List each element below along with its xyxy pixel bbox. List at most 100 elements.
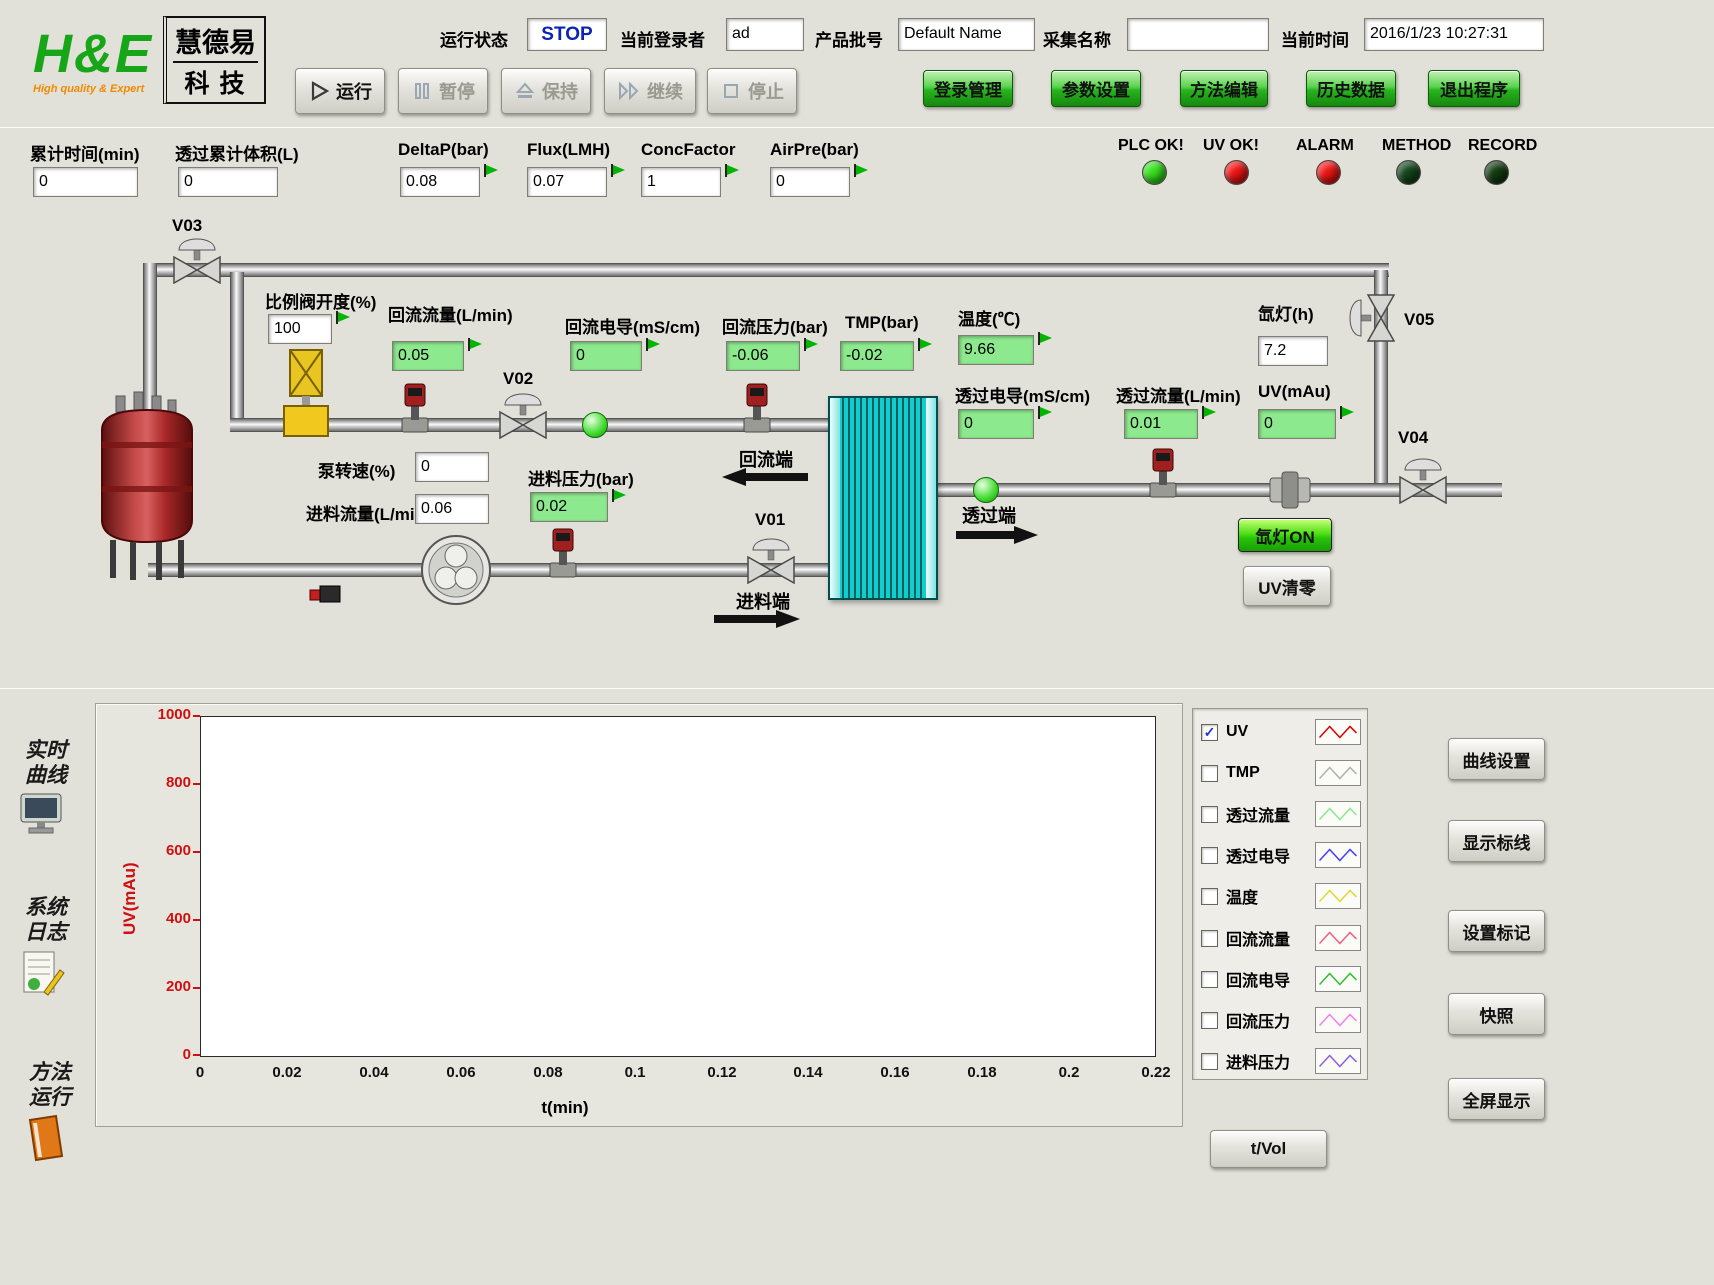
feed-pressure-flag-icon: [612, 489, 627, 502]
airpre-value: 0: [770, 167, 850, 197]
run-button[interactable]: 运行: [295, 68, 385, 114]
x-tick: 0.22: [1124, 1064, 1188, 1081]
login-manage-button[interactable]: 登录管理: [923, 70, 1013, 107]
set-marks-button[interactable]: 设置标记: [1448, 910, 1545, 952]
legend-checkbox-tmp[interactable]: [1201, 765, 1218, 782]
hold-icon: [514, 80, 536, 102]
legend-row-reflux-pressure: 回流压力: [1201, 1005, 1361, 1035]
book-icon[interactable]: [24, 1114, 68, 1162]
param-settings-button[interactable]: 参数设置: [1051, 70, 1141, 107]
feed-flow-input[interactable]: 0.06: [415, 494, 489, 524]
temperature-value: 9.66: [958, 335, 1034, 365]
reflux-cond-value: 0: [570, 341, 642, 371]
sidebar-item-realtime-curve[interactable]: 实时 曲线: [20, 738, 72, 788]
y-tick: 800: [147, 774, 191, 791]
sidebar-item-method-run[interactable]: 方法 运行: [24, 1060, 76, 1110]
legend-checkbox-feed-pressure[interactable]: [1201, 1053, 1218, 1070]
pause-button[interactable]: 暂停: [398, 68, 488, 114]
legend-checkbox-reflux-flow[interactable]: [1201, 930, 1218, 947]
feed-tank: [94, 390, 200, 582]
legend-label: 回流压力: [1218, 1008, 1315, 1032]
proportional-valve-icon[interactable]: [280, 348, 332, 440]
stop-button[interactable]: 停止: [707, 68, 797, 114]
hmi-screen: { "header": { "logo_main": "H&E", "logo_…: [0, 0, 1714, 1285]
batch-input[interactable]: Default Name: [898, 18, 1035, 51]
feed-pressure-sensor-icon: [546, 527, 580, 581]
flux-flag-icon: [611, 164, 626, 177]
logo-text: H&E: [33, 25, 153, 83]
header-divider: [0, 127, 1714, 128]
resume-icon: [617, 80, 641, 102]
fullscreen-button[interactable]: 全屏显示: [1448, 1078, 1545, 1120]
logo-chinese: 慧德易 科技: [163, 16, 266, 104]
valve-v04-icon[interactable]: [1396, 458, 1450, 504]
hold-button-label: 保持: [542, 78, 578, 104]
reflux-flow-flag-icon: [468, 338, 483, 351]
chart-y-axis-label: UV(mAu): [120, 862, 140, 935]
legend-line-sample: [1315, 1048, 1361, 1074]
uv-flag-icon: [1340, 406, 1355, 419]
xenon-on-button[interactable]: 氙灯ON: [1238, 518, 1332, 552]
deltap-flag-icon: [484, 164, 499, 177]
total-volume-value: 0: [178, 167, 278, 197]
hold-button[interactable]: 保持: [501, 68, 591, 114]
resume-button[interactable]: 继续: [604, 68, 696, 114]
run-button-label: 运行: [336, 78, 372, 104]
legend-checkbox-uv[interactable]: [1201, 724, 1218, 741]
x-tick: 0.04: [342, 1064, 406, 1081]
method-edit-button[interactable]: 方法编辑: [1180, 70, 1268, 107]
chart-plot-area: [200, 716, 1156, 1057]
curve-settings-button[interactable]: 曲线设置: [1448, 738, 1545, 780]
plc-led: [1142, 160, 1167, 185]
xenon-hours-value[interactable]: 7.2: [1258, 336, 1328, 366]
login-input[interactable]: ad: [726, 18, 804, 51]
total-time-label: 累计时间(min): [30, 140, 140, 165]
legend-line-sample: [1315, 966, 1361, 992]
total-volume-label: 透过累计体积(L): [175, 140, 299, 165]
valve-v01-icon[interactable]: [744, 538, 798, 584]
pipe-reflux-drop: [230, 272, 244, 422]
tmp-label: TMP(bar): [845, 313, 919, 333]
exit-program-button[interactable]: 退出程序: [1428, 70, 1520, 107]
collect-label: 采集名称: [1043, 26, 1111, 51]
valve-v04-label: V04: [1398, 428, 1428, 448]
legend-checkbox-perm-cond[interactable]: [1201, 847, 1218, 864]
airpre-label: AirPre(bar): [770, 140, 859, 160]
perm-flow-sensor-icon: [1146, 447, 1180, 501]
total-time-value: 0: [33, 167, 138, 197]
legend-checkbox-perm-flow[interactable]: [1201, 806, 1218, 823]
uv-zero-button[interactable]: UV清零: [1243, 566, 1331, 606]
show-markers-button[interactable]: 显示标线: [1448, 820, 1545, 862]
legend-label: UV: [1218, 723, 1315, 741]
legend-checkbox-temperature[interactable]: [1201, 888, 1218, 905]
history-data-button[interactable]: 历史数据: [1306, 70, 1396, 107]
tvol-toggle-button[interactable]: t/Vol: [1210, 1130, 1327, 1168]
section-divider: [0, 688, 1714, 689]
snapshot-button[interactable]: 快照: [1448, 993, 1545, 1035]
perm-arrow-icon: [956, 526, 1038, 544]
sidebar-item-system-log[interactable]: 系统 日志: [20, 895, 72, 945]
reflux-cond-label: 回流电导(mS/cm): [565, 313, 700, 338]
legend-checkbox-reflux-pressure[interactable]: [1201, 1012, 1218, 1029]
perm-cond-flag-icon: [1038, 406, 1053, 419]
time-label: 当前时间: [1281, 26, 1349, 51]
pump-speed-input[interactable]: 0: [415, 452, 489, 482]
collect-input[interactable]: [1127, 18, 1269, 51]
legend-row-feed-pressure: 进料压力: [1201, 1046, 1361, 1076]
xenon-hours-label: 氙灯(h): [1258, 300, 1314, 325]
prop-valve-input[interactable]: 100: [268, 314, 332, 344]
legend-label: 回流流量: [1218, 926, 1315, 950]
valve-v03-label: V03: [172, 216, 202, 236]
legend-checkbox-reflux-cond[interactable]: [1201, 971, 1218, 988]
valve-v05-icon[interactable]: [1349, 291, 1395, 345]
monitor-icon[interactable]: [18, 792, 66, 838]
notepad-icon[interactable]: [18, 948, 66, 998]
x-tick: 0.16: [863, 1064, 927, 1081]
valve-v03-icon[interactable]: [170, 238, 224, 284]
chart-x-axis-label: t(min): [520, 1098, 610, 1118]
legend-line-sample: [1315, 719, 1361, 745]
pipe-top: [143, 263, 1389, 277]
valve-v02-icon[interactable]: [496, 393, 550, 439]
stop-icon: [720, 80, 742, 102]
run-status-label: 运行状态: [440, 26, 508, 51]
